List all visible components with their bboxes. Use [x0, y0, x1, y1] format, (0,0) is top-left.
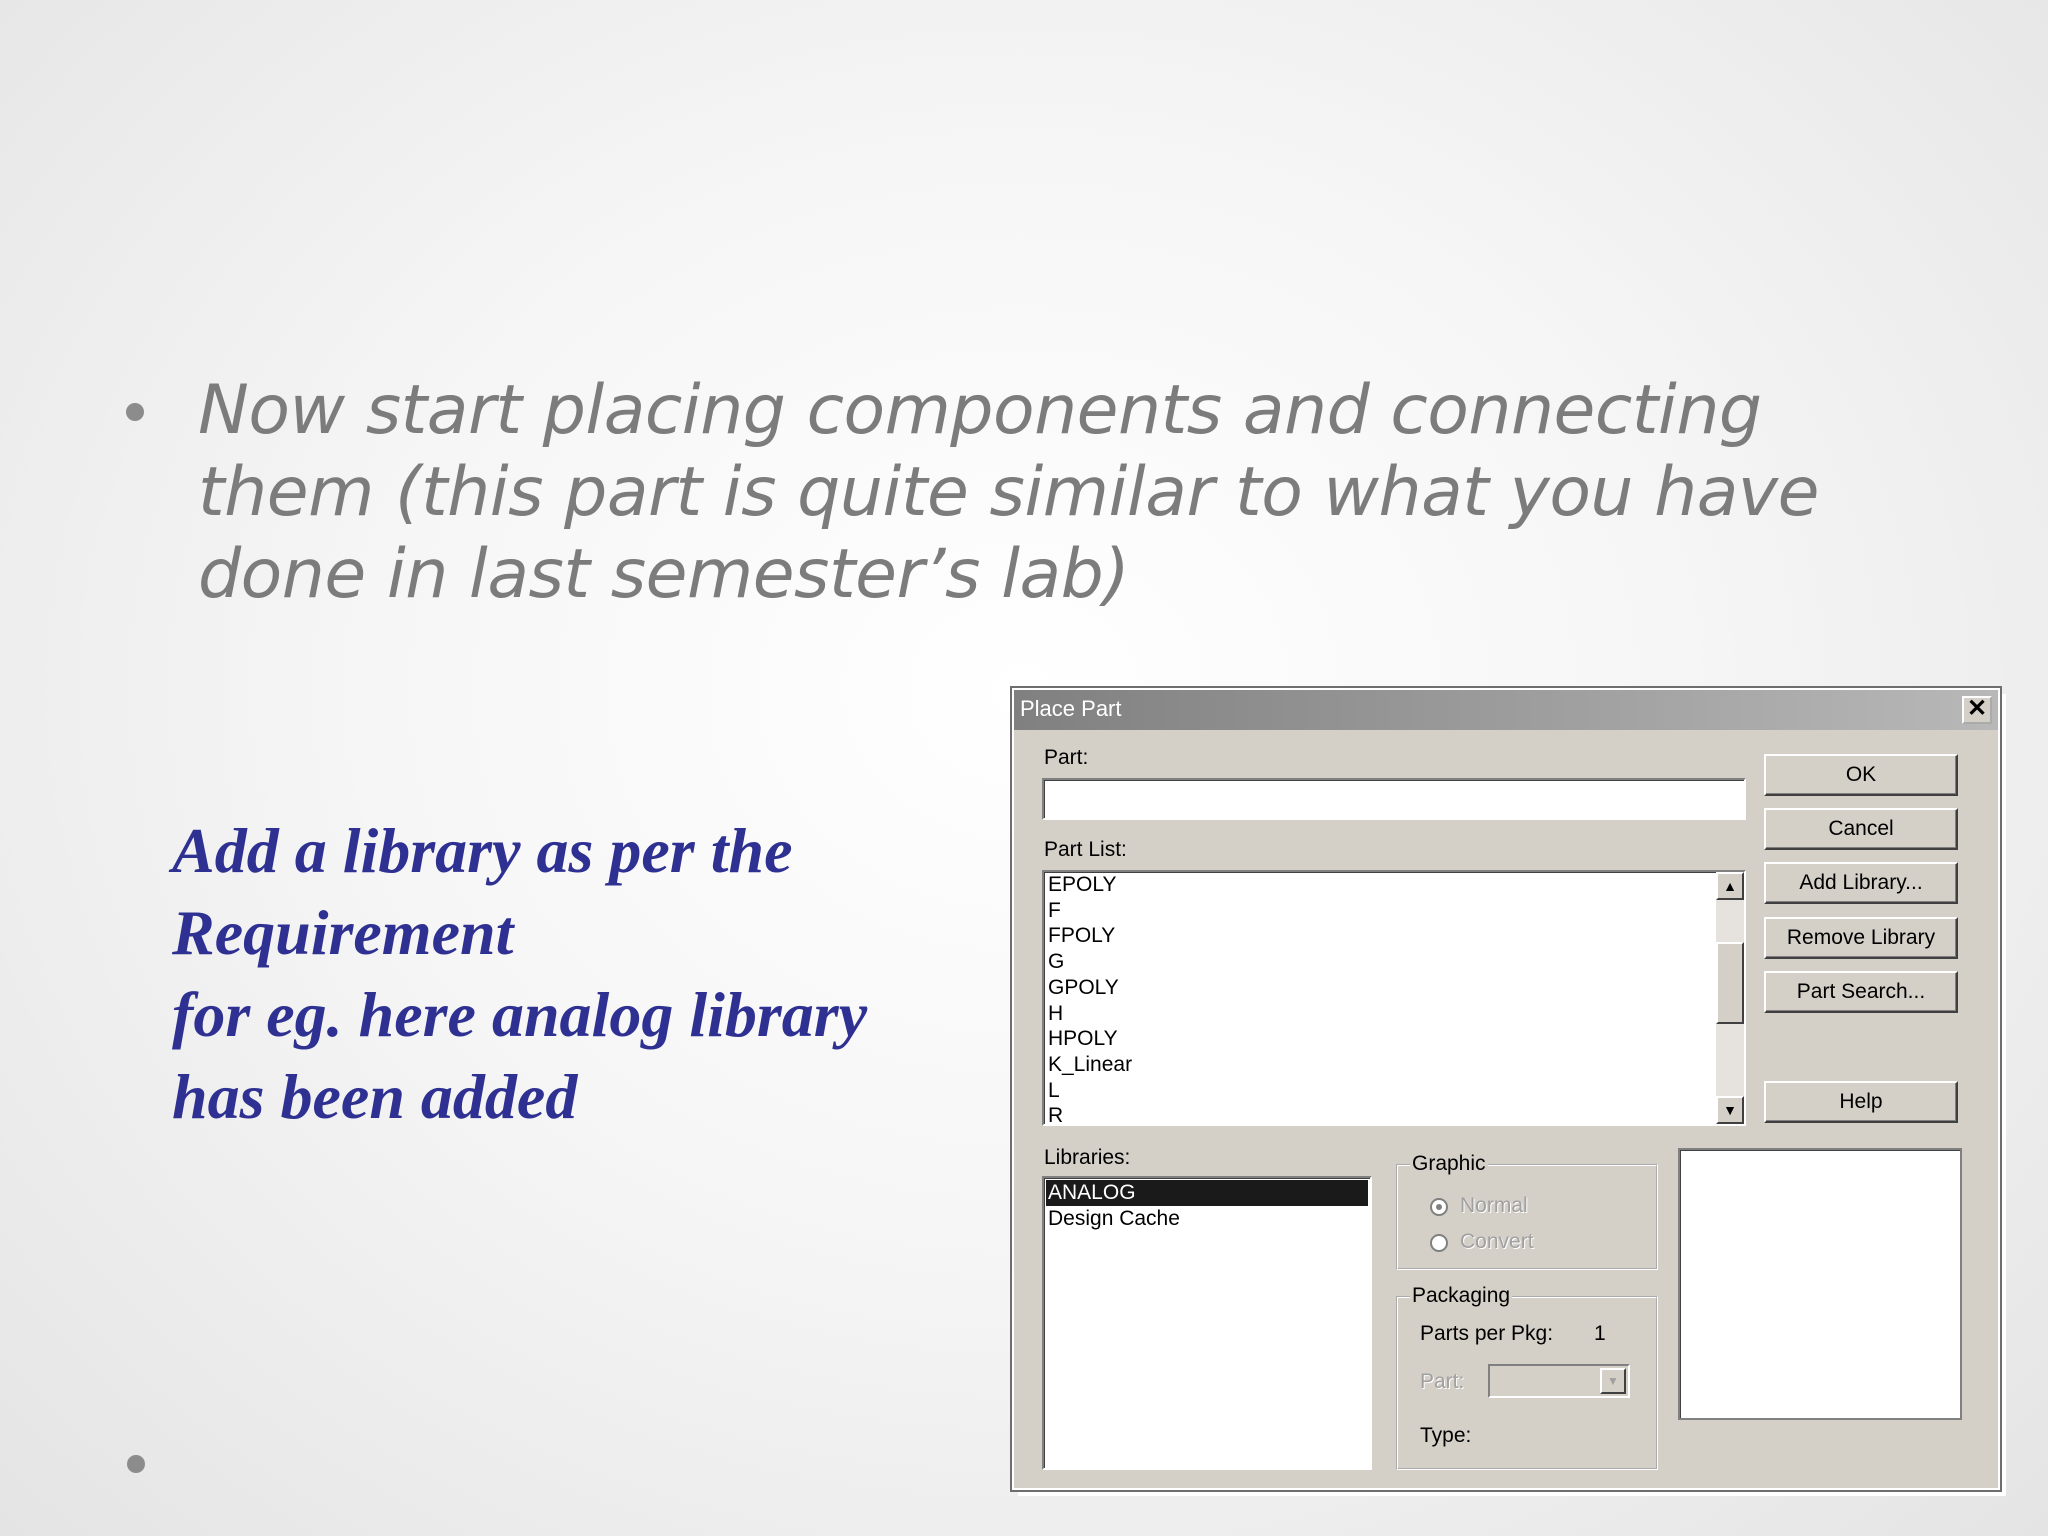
list-item[interactable]: G [1046, 949, 1132, 975]
note-line: for eg. here analog library [172, 979, 868, 1050]
arrow-down-icon: ▼ [1723, 1102, 1737, 1118]
part-list[interactable]: EPOLY F FPOLY G GPOLY H HPOLY K_Linear L… [1042, 870, 1746, 1126]
library-note: Add a library as per the Requirement for… [172, 810, 972, 1138]
close-icon: ✕ [1966, 695, 1988, 722]
packaging-title: Packaging [1410, 1284, 1513, 1308]
ok-button[interactable]: OK [1764, 754, 1958, 796]
parts-per-pkg-value: 1 [1594, 1322, 1606, 1345]
list-item[interactable]: EPOLY [1046, 872, 1132, 898]
part-search-button[interactable]: Part Search... [1764, 971, 1958, 1013]
type-label: Type: [1420, 1424, 1472, 1447]
place-part-dialog: Place Part ✕ Part: Part List: EPOLY F FP… [1010, 686, 2002, 1492]
graphic-title: Graphic [1410, 1152, 1488, 1176]
list-item[interactable]: F [1046, 898, 1132, 924]
normal-radio [1430, 1198, 1448, 1216]
list-item[interactable]: FPOLY [1046, 923, 1132, 949]
part-preview [1678, 1148, 1962, 1420]
part-list-scrollbar[interactable]: ▲ ▼ [1716, 872, 1744, 1124]
list-item[interactable]: HPOLY [1046, 1026, 1132, 1052]
libraries-list[interactable]: ANALOG Design Cache [1042, 1176, 1372, 1470]
graphic-group: Graphic Normal Convert [1396, 1152, 1658, 1270]
bullet-text: Now start placing components and connect… [198, 371, 1819, 614]
packaging-group: Packaging Parts per Pkg: 1 Part: ▼ Type: [1396, 1284, 1658, 1470]
part-input[interactable] [1042, 778, 1746, 820]
scroll-up-button[interactable]: ▲ [1716, 872, 1744, 900]
empty-bullet-icon [127, 1455, 145, 1473]
close-button[interactable]: ✕ [1962, 696, 1992, 724]
note-line: Add a library as per the [172, 815, 793, 886]
bullet-icon [126, 403, 144, 421]
parts-per-pkg-label: Parts per Pkg: [1420, 1322, 1554, 1345]
remove-library-button[interactable]: Remove Library [1764, 917, 1958, 959]
list-item[interactable]: R [1046, 1103, 1132, 1124]
part-list-label: Part List: [1044, 838, 1127, 861]
cancel-button[interactable]: Cancel [1764, 808, 1958, 850]
note-line: has been added [172, 1061, 578, 1132]
note-line: Requirement [172, 897, 514, 968]
library-item-analog[interactable]: ANALOG [1046, 1180, 1368, 1206]
normal-radio-label: Normal [1460, 1194, 1528, 1217]
libraries-label: Libraries: [1044, 1146, 1131, 1169]
scroll-down-button[interactable]: ▼ [1716, 1096, 1744, 1124]
list-item[interactable]: K_Linear [1046, 1052, 1132, 1078]
add-library-button[interactable]: Add Library... [1764, 862, 1958, 904]
package-part-label: Part: [1420, 1370, 1465, 1393]
list-item[interactable]: L [1046, 1078, 1132, 1104]
help-button[interactable]: Help [1764, 1081, 1958, 1123]
convert-radio [1430, 1234, 1448, 1252]
part-label: Part: [1044, 746, 1089, 769]
chevron-down-icon: ▼ [1600, 1368, 1626, 1394]
arrow-up-icon: ▲ [1723, 878, 1737, 894]
scroll-thumb[interactable] [1716, 942, 1744, 1024]
list-item[interactable]: H [1046, 1001, 1132, 1027]
library-item-design-cache[interactable]: Design Cache [1046, 1206, 1368, 1232]
dialog-titlebar[interactable]: Place Part ✕ [1014, 690, 1998, 730]
list-item[interactable]: GPOLY [1046, 975, 1132, 1001]
package-part-select: ▼ [1488, 1364, 1630, 1398]
dialog-title: Place Part [1020, 696, 1122, 721]
convert-radio-label: Convert [1460, 1230, 1534, 1253]
